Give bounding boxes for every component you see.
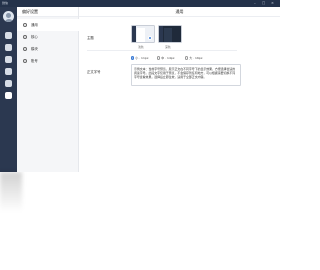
sidebar-item-core[interactable]: 核心 (17, 31, 79, 43)
font-size-option-medium[interactable]: 中 · 14px (157, 56, 175, 60)
contacts-icon[interactable] (5, 44, 12, 51)
sidebar-item-modules[interactable]: 模块 (17, 43, 79, 55)
radio-checked-icon (131, 56, 135, 60)
font-size-option-small[interactable]: 小 · 11px (131, 56, 149, 60)
theme-preview-rail (159, 26, 163, 42)
theme-preview-rail (132, 26, 136, 42)
font-size-option-large[interactable]: 大 · 16px (185, 56, 203, 60)
sidebar-item-label: 通用 (31, 23, 38, 27)
minimize-icon[interactable]: – (254, 0, 256, 7)
radio-label: 小 · 11px (135, 56, 149, 60)
sidebar-item-label: 账号 (31, 59, 38, 63)
rail-shadow (0, 172, 22, 212)
font-size-preview: 示例文本：当前字号预览，展示正文在不同字号下的显示效果，方便选择合适的阅读字号。… (131, 64, 241, 86)
font-size-label: 正文字号 (87, 70, 101, 74)
theme-preview-pane (164, 28, 172, 42)
module-icon (23, 47, 27, 51)
moments-icon[interactable] (5, 80, 12, 87)
window-title: 微信 (2, 1, 9, 5)
page-title: 通用 (79, 7, 280, 17)
files-icon[interactable] (5, 68, 12, 75)
radio-label: 大 · 16px (189, 56, 203, 60)
radio-icon (185, 56, 189, 60)
theme-option-light[interactable] (131, 25, 155, 43)
core-icon (23, 35, 27, 39)
check-icon (148, 36, 152, 40)
settings-icon[interactable] (5, 92, 12, 99)
chat-icon[interactable] (5, 32, 12, 39)
window-titlebar: 微信 – □ × (0, 0, 280, 7)
sidebar-item-account[interactable]: 账号 (17, 55, 79, 67)
settings-sidebar: 偏好设置 通用 核心 模块 账号 (17, 7, 79, 172)
account-icon (23, 59, 27, 63)
app-rail (0, 7, 17, 172)
maximize-icon[interactable]: □ (262, 0, 265, 7)
close-icon[interactable]: × (271, 0, 274, 7)
theme-option-dark[interactable] (158, 25, 182, 43)
gear-icon (23, 23, 27, 27)
theme-option-label: 深色 (165, 44, 171, 49)
sidebar-item-label: 核心 (31, 35, 38, 39)
settings-main: 通用 主题 浅色 深色 小 · 11px 中 · 14px 大 · 16px 正… (79, 7, 280, 172)
radio-icon (157, 56, 161, 60)
avatar[interactable] (3, 11, 14, 22)
divider (87, 50, 237, 51)
favorites-icon[interactable] (5, 56, 12, 63)
theme-label: 主题 (87, 36, 94, 40)
theme-preview-pane (137, 28, 145, 42)
theme-option-label: 浅色 (138, 44, 144, 49)
sidebar-item-general[interactable]: 通用 (17, 19, 79, 31)
radio-label: 中 · 14px (161, 56, 175, 60)
sidebar-item-label: 模块 (31, 47, 38, 51)
sidebar-title: 偏好设置 (17, 7, 78, 17)
